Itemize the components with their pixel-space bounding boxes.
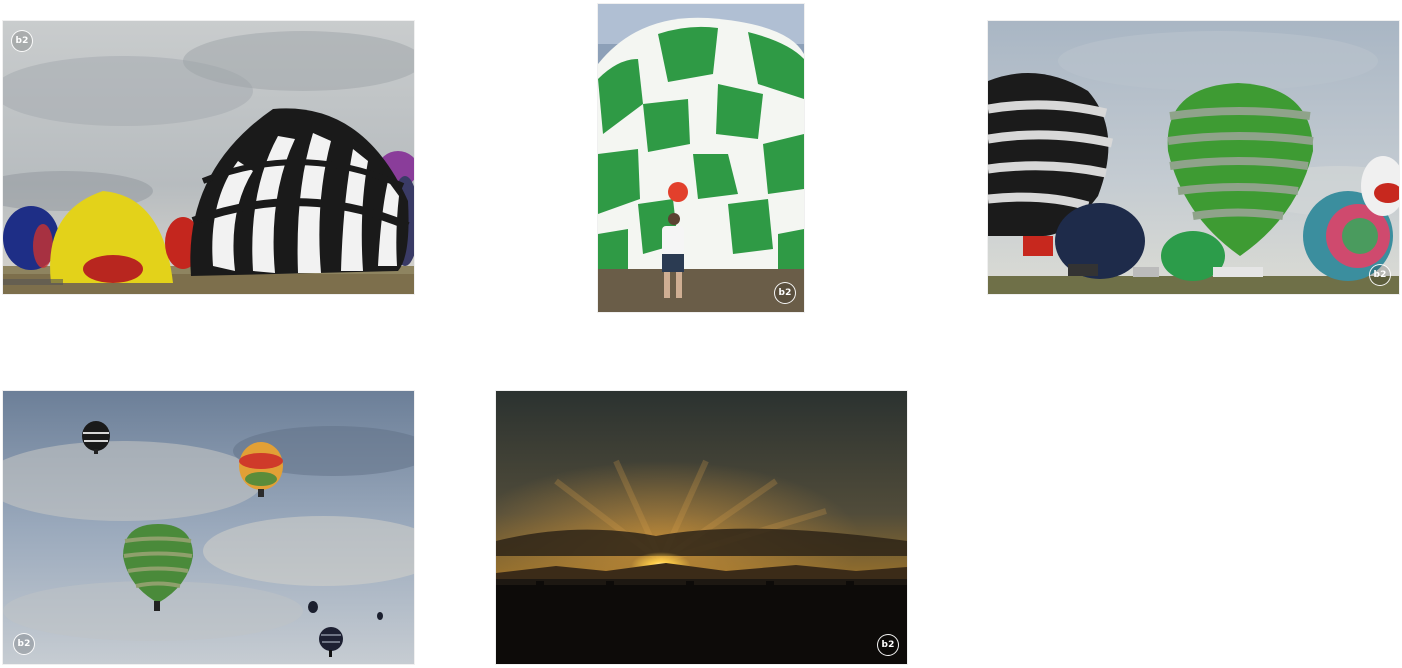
b2-badge-icon: b2 (774, 282, 796, 304)
photo-image (496, 391, 907, 664)
photo-image (3, 391, 414, 664)
photo-image (988, 21, 1399, 294)
photo-thumbnail-sunset[interactable]: b2 (496, 391, 907, 664)
b2-badge-icon: b2 (1369, 264, 1391, 286)
photo-thumbnail-balloons-sky[interactable]: b2 (3, 391, 414, 664)
photo-thumbnail-balloons-field[interactable]: b2 (988, 21, 1399, 294)
photo-thumbnail-green-balloon[interactable]: b2 (598, 4, 804, 312)
photo-thumbnail-balloons-inflating[interactable]: b2 (3, 21, 414, 294)
b2-badge-icon: b2 (11, 30, 33, 52)
photo-image (3, 21, 414, 294)
b2-badge-icon: b2 (13, 633, 35, 655)
b2-badge-icon: b2 (877, 634, 899, 656)
photo-gallery: b2 b2 b2 b2 b2 (0, 0, 1402, 668)
photo-image (598, 4, 804, 312)
